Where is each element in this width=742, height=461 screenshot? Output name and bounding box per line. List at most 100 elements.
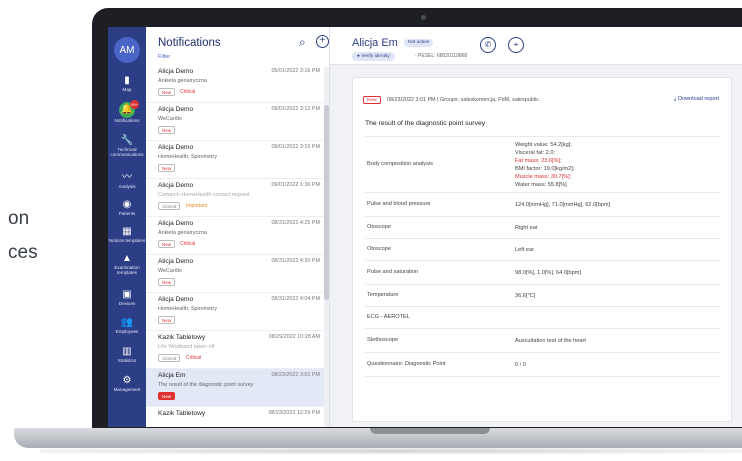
notification-date: 08/31/2022 4:25 PM: [271, 220, 320, 226]
status-tag: New: [158, 316, 176, 324]
download-report-button[interactable]: ⤓ Download report: [674, 95, 719, 103]
results-table: Body composition analysis Weight value: 5…: [365, 136, 721, 377]
employees-icon: 👥: [120, 317, 134, 328]
notification-item[interactable]: Alicja Demo 09/01/2022 1:36 PM Comarch Hom…: [146, 179, 324, 217]
nav-item-bell[interactable]: 🔔 99+ Notifications: [108, 100, 146, 123]
notification-patient: Alicja Demo: [158, 68, 194, 75]
notification-item[interactable]: Kazik Tabletowy 08/23/2022 12:29 PM: [146, 407, 324, 427]
notification-detail: Alicja Em Not active ● Verify identity ·…: [330, 27, 742, 427]
result-label: Pulse and saturation: [367, 269, 418, 275]
nav-item-label: Notices templates: [108, 238, 146, 243]
nav-item-grid[interactable]: ▦ Notices templates: [108, 226, 146, 243]
nav-item-map[interactable]: ▮ Map: [108, 75, 146, 92]
location-pin-icon[interactable]: ⌖: [508, 37, 524, 53]
result-values: 98.0[%], 1.0[%], 64.0[bpm]: [515, 269, 581, 277]
nav-item-label: Map: [122, 87, 132, 92]
patient-header: Alicja Em Not active ● Verify identity ·…: [330, 27, 742, 65]
download-report-label: Download report: [677, 96, 719, 102]
nav-item-label: Statistics: [117, 358, 137, 363]
laptop-notch: [370, 428, 490, 434]
notification-patient: Kazik Tabletowy: [158, 410, 206, 417]
result-value: 124.0[mmHg], 71.0[mmHg], 62.0[bpm]: [515, 202, 611, 208]
status-tag: Closed: [158, 202, 181, 210]
notification-description: The result of the diagnostic point surve…: [158, 382, 254, 388]
result-value: BMI factor: 19.0[kg/m2];: [515, 166, 575, 172]
nav-item-devices[interactable]: ▣ Devices: [108, 289, 146, 306]
result-label: Pulse and blood pressure: [367, 201, 431, 207]
result-label: Otoscope: [367, 224, 391, 230]
result-value: 0 / 0: [515, 362, 526, 368]
search-icon[interactable]: ⌕: [299, 35, 306, 50]
scrollbar-thumb[interactable]: [324, 105, 329, 300]
nav-item-wrench[interactable]: 🔧 Technical communications: [108, 135, 146, 158]
priority-label: Important: [186, 203, 208, 209]
new-badge: New: [363, 96, 381, 104]
cropped-text-line-2: ces: [8, 242, 38, 263]
result-row: ECG - AEROTEL: [365, 307, 721, 329]
notification-item[interactable]: Alicja Demo 08/31/2022 4:25 PM Ankieta ger…: [146, 217, 324, 255]
cropped-text-line-1: on: [8, 208, 30, 229]
avatar[interactable]: AM: [114, 37, 140, 63]
notification-patient: Alicja Demo: [158, 258, 194, 265]
status-tag: Closed: [158, 354, 181, 362]
product-screenshot: on ces AM ▮ Map 🔔 99+ Notifications 🔧 Technica…: [0, 0, 742, 461]
result-values: 124.0[mmHg], 71.0[mmHg], 62.0[bpm]: [515, 201, 610, 209]
nav-item-trend[interactable]: 〰 Analysis: [108, 172, 146, 189]
survey-result-card: New 08/23/2022 3:01 PM | Groups: salesko…: [352, 77, 732, 422]
verify-identity-button[interactable]: ● Verify identity: [352, 52, 395, 61]
result-label: Body composition analysis: [367, 161, 433, 167]
result-row: Pulse and blood pressure 124.0[mmHg], 71.…: [365, 193, 721, 217]
priority-label: Critical: [180, 241, 196, 247]
nav-item-label: Devices: [118, 301, 136, 306]
result-values: Weight value: 54.2[kg]; Visceral fat: 2.0…: [515, 141, 574, 189]
result-value: Visceral fat: 2.0;: [515, 150, 556, 156]
notification-item[interactable]: Alicja Demo 08/31/2022 4:04 PM HomeHealth:…: [146, 293, 324, 331]
nav-item-patients[interactable]: ◉ Patients: [108, 199, 146, 216]
notification-item[interactable]: Alicja Demo 05/01/2022 3:16 PM Ankieta ger…: [146, 65, 324, 103]
phone-icon[interactable]: ✆: [480, 37, 496, 53]
notification-date: 09/01/2022 3:10 PM: [271, 144, 320, 150]
notification-patient: Alicja Em: [158, 372, 186, 379]
notification-item[interactable]: Kazik Tabletowy 08/29/2022 10:28 AM Life W…: [146, 331, 324, 369]
gear-icon: ⚙: [122, 375, 132, 386]
result-value: 36.6[°C]: [515, 293, 536, 299]
result-value: Fat mass: 23.6[%];: [515, 158, 562, 164]
nav-item-gear[interactable]: ⚙ Management: [108, 375, 146, 392]
result-label: Stethoscope: [367, 337, 399, 343]
stats-icon: ▥: [122, 346, 132, 357]
notification-description: HomeHealth: Spirometry: [158, 154, 218, 160]
notification-item[interactable]: Alicja Demo 08/31/2022 4:20 PM WeCardio New: [146, 255, 324, 293]
wrench-icon: 🔧: [120, 135, 134, 146]
nav-item-label: Employees: [115, 329, 139, 334]
result-label: ECG - AEROTEL: [367, 314, 410, 320]
result-value: Auscultation test of the heart: [515, 338, 586, 344]
notification-patient: Alicja Demo: [158, 296, 194, 303]
notifications-panel: Notifications Filter ⌕ + Alicja Demo 05/0…: [146, 27, 330, 427]
pesel-number: · PESEL: 68020119868: [415, 53, 468, 59]
add-icon[interactable]: +: [316, 35, 329, 48]
result-value: Water mass: 55.8[%]: [515, 182, 567, 188]
result-row: Body composition analysis Weight value: 5…: [365, 137, 721, 193]
notification-patient: Alicja Demo: [158, 144, 194, 151]
card-meta: 08/23/2022 3:01 PM | Groups: saleskomerc…: [387, 97, 539, 103]
notification-item[interactable]: Alicja Demo 09/01/2022 3:10 PM HomeHealth:…: [146, 141, 324, 179]
laptop-shadow: [40, 448, 742, 454]
status-badge: Not active: [404, 39, 434, 47]
notification-item[interactable]: Alicja Em 08/23/2022 3:01 PM The result of…: [146, 369, 324, 407]
priority-label: Critical: [180, 89, 196, 95]
filter-link[interactable]: Filter: [158, 54, 170, 60]
notification-description: Life Wristband taken off: [158, 344, 215, 350]
result-label: Otoscope: [367, 246, 391, 252]
patient-name[interactable]: Alicja Em: [352, 37, 398, 49]
status-tag: New: [158, 278, 176, 286]
nav-item-stats[interactable]: ▥ Statistics: [108, 346, 146, 363]
result-label: Temperature: [367, 292, 399, 298]
notification-item[interactable]: Alicja Demo 09/01/2022 3:12 PM WeCardio New: [146, 103, 324, 141]
nav-item-label: Management: [113, 387, 141, 392]
nav-item-employees[interactable]: 👥 Employees: [108, 317, 146, 334]
nav-item-shapes[interactable]: ▲ Examination templates: [108, 253, 146, 276]
result-values: Auscultation test of the heart: [515, 337, 586, 345]
main-nav: AM ▮ Map 🔔 99+ Notifications 🔧 Technical commu…: [108, 27, 146, 427]
result-value: Left ear: [515, 247, 534, 253]
trend-icon: 〰: [122, 172, 132, 183]
